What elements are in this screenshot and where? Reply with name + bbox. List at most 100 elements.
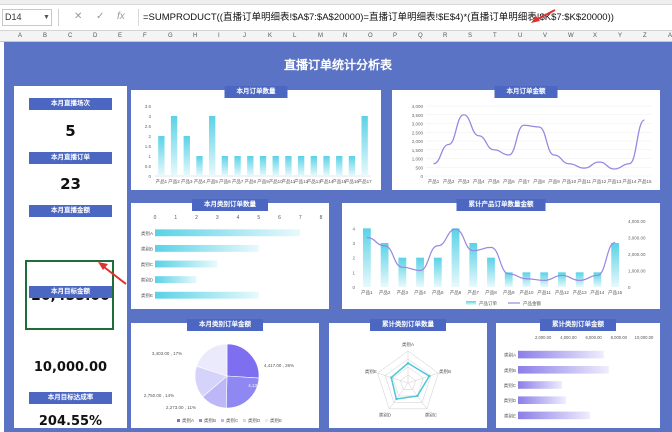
chart-title-cumulative-products: 累计产品订单数量金额 bbox=[456, 199, 546, 211]
slice-label: 4,134.00 bbox=[248, 383, 266, 388]
x-tick-label: 8 bbox=[320, 215, 323, 221]
y-tick-label: 类别E bbox=[141, 292, 153, 299]
y-tick-label: 2 bbox=[148, 134, 151, 139]
bar bbox=[558, 272, 566, 287]
column-letter[interactable]: A bbox=[18, 31, 22, 42]
x-tick-label: 产品5 bbox=[432, 289, 444, 296]
column-letter[interactable]: L bbox=[293, 31, 296, 42]
x-tick-label: 产品15 bbox=[608, 289, 623, 296]
kpi-value-rate[interactable]: 204.55% bbox=[14, 414, 127, 429]
chart-monthly-amount: 0 500 1,000 1,500 2,000 2,500 3,000 3,500 4,000 产… bbox=[412, 104, 652, 185]
pie-slice bbox=[225, 375, 260, 409]
column-letter[interactable]: H bbox=[193, 31, 197, 42]
name-box-value: D14 bbox=[5, 12, 22, 22]
check-icon[interactable]: ✓ bbox=[96, 11, 104, 22]
y-tick-label: 3.5 bbox=[145, 104, 152, 109]
kpi-value-orders[interactable]: 23 bbox=[14, 175, 127, 193]
name-box[interactable]: D14 ▼ bbox=[2, 9, 52, 26]
chart-card-category-orders: 本月类别订单数量 0 1 2 3 4 5 6 7 8 类别A 类别B 类别C 类别D 类别E bbox=[131, 199, 329, 309]
column-letter[interactable]: V bbox=[543, 31, 547, 42]
y2-tick-label: 1,000.00 bbox=[628, 269, 646, 274]
y-tick-label: 0 bbox=[352, 285, 355, 290]
column-letter[interactable]: J bbox=[243, 31, 246, 42]
column-letter[interactable]: G bbox=[168, 31, 173, 42]
radar-point bbox=[395, 397, 398, 401]
column-letter[interactable]: X bbox=[593, 31, 597, 42]
x-tick-label: 产品17 bbox=[358, 178, 373, 185]
legend-label: 产品订单 bbox=[479, 300, 497, 307]
radar-point bbox=[390, 376, 393, 379]
x-tick-label: 产品14 bbox=[622, 178, 637, 185]
bar bbox=[272, 156, 279, 176]
y-tick-label: 类别C bbox=[141, 261, 154, 268]
y-tick-label: 0 bbox=[420, 174, 423, 179]
column-letter[interactable]: B bbox=[43, 31, 47, 42]
chart-title-cumulative-category-radar: 累计类别订单数量 bbox=[370, 319, 446, 331]
function-icon[interactable]: fx bbox=[117, 11, 125, 22]
column-letter[interactable]: D bbox=[93, 31, 97, 42]
x-tick-label: 产品5 bbox=[488, 178, 500, 185]
kpi-label-orders: 本月直播订单 bbox=[29, 152, 112, 164]
x-tick-label: 产品9 bbox=[257, 178, 269, 185]
column-letter[interactable]: T bbox=[493, 31, 497, 42]
chevron-down-icon[interactable]: ▼ bbox=[43, 10, 50, 25]
column-letter[interactable]: AA bbox=[668, 31, 672, 42]
slice-label: 2,273.00 , 11% bbox=[166, 405, 196, 410]
y-tick-label: 0.5 bbox=[145, 164, 152, 169]
column-letter[interactable]: O bbox=[368, 31, 373, 42]
x-tick-label: 产品7 bbox=[518, 178, 530, 185]
legend-swatch bbox=[243, 419, 246, 422]
column-letter[interactable]: P bbox=[393, 31, 397, 42]
x-tick-label: 产品3 bbox=[458, 178, 470, 185]
column-letter[interactable]: M bbox=[318, 31, 323, 42]
x-tick-label: 产品6 bbox=[219, 178, 231, 185]
pie-slice bbox=[226, 343, 260, 379]
chart-category-orders: 0 1 2 3 4 5 6 7 8 类别A 类别B 类别C 类别D 类别E bbox=[141, 215, 323, 299]
x-tick-label: 产品10 bbox=[562, 178, 577, 185]
column-letter[interactable]: S bbox=[468, 31, 472, 42]
column-letter[interactable]: C bbox=[68, 31, 72, 42]
x-tick-label: 产品9 bbox=[503, 289, 515, 296]
kpi-value-target[interactable]: 10,000.00 bbox=[14, 360, 127, 375]
formula-input[interactable]: =SUMPRODUCT((直播订单明细表!$A$7:$A$20000)=直播订单… bbox=[138, 9, 672, 26]
cancel-icon[interactable]: ✕ bbox=[74, 11, 82, 22]
column-letter[interactable]: E bbox=[118, 31, 122, 42]
y-tick-label: 类别B bbox=[141, 245, 153, 252]
radar-label: 类别C bbox=[425, 412, 438, 419]
bar bbox=[158, 136, 165, 176]
slice-label: 4,417.00 , 26% bbox=[264, 363, 294, 368]
radar-point bbox=[428, 374, 431, 378]
column-letter[interactable]: W bbox=[568, 31, 574, 42]
x-tick-label: 产品2 bbox=[379, 289, 391, 296]
y-tick-label: 0 bbox=[148, 174, 151, 179]
chart-card-cumulative-products: 累计产品订单数量金额 0 1 2 3 4 0 1,000.00 2,000.00 3,000.0… bbox=[342, 199, 660, 309]
column-letter[interactable]: F bbox=[143, 31, 147, 42]
x-tick-label: 4,000.00 bbox=[560, 335, 577, 340]
x-tick-label: 产品4 bbox=[194, 178, 206, 185]
bar bbox=[170, 116, 178, 176]
column-letter[interactable]: K bbox=[268, 31, 272, 42]
x-tick-label: 产品10 bbox=[519, 289, 534, 296]
formula-bar: D14 ▼ ✕ ✓ fx =SUMPRODUCT((直播订单明细表!$A$7:$… bbox=[0, 5, 672, 31]
column-letter[interactable]: Z bbox=[643, 31, 647, 42]
column-letter[interactable]: Y bbox=[618, 31, 622, 42]
column-letter[interactable]: N bbox=[343, 31, 347, 42]
y-tick-label: 4 bbox=[352, 226, 355, 231]
x-tick-label: 产品3 bbox=[397, 289, 409, 296]
x-tick-label: 产品11 bbox=[537, 289, 551, 296]
annotation-arrow-formula bbox=[531, 9, 556, 23]
bar bbox=[487, 257, 495, 287]
x-tick-label: 产品7 bbox=[232, 178, 244, 185]
radar-point bbox=[406, 361, 410, 365]
y-tick-label: 2,000 bbox=[412, 139, 424, 144]
x-tick-label: 产品2 bbox=[443, 178, 455, 185]
kpi-value-sessions[interactable]: 5 bbox=[14, 122, 127, 140]
column-letter[interactable]: R bbox=[443, 31, 447, 42]
column-letter[interactable]: U bbox=[518, 31, 522, 42]
slice-label: 3,403.00 , 17% bbox=[152, 351, 182, 356]
y-tick-label: 类别A bbox=[504, 352, 516, 359]
x-tick-label: 6,000.00 bbox=[585, 335, 602, 340]
chart-cumulative-products: 0 1 2 3 4 0 1,000.00 2,000.00 3,000.00 4,000.00 产品… bbox=[352, 219, 646, 307]
column-letter[interactable]: Q bbox=[418, 31, 423, 42]
column-letter[interactable]: I bbox=[218, 31, 220, 42]
